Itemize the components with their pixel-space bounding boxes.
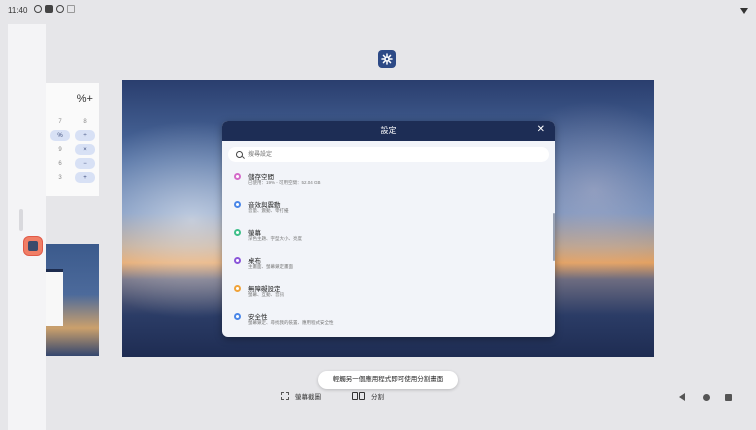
- split-label: 分割: [371, 394, 384, 401]
- split-icon: [352, 392, 365, 400]
- split-screen-hint: 輕觸另一個應用程式即可使用分割畫面: [318, 371, 458, 389]
- settings-item[interactable]: 儲存空間 已使用：19% - 可用空間：52.04 GB: [222, 168, 555, 194]
- calculator-key[interactable]: 9: [50, 144, 70, 155]
- calculator-key[interactable]: ×: [75, 144, 95, 155]
- settings-item[interactable]: 音效與震動 音量、震動、零打擾: [222, 196, 555, 222]
- calculator-icon[interactable]: [24, 237, 42, 255]
- settings-item-icon: [234, 201, 241, 208]
- notification-square-icon: [45, 5, 53, 13]
- search-bar[interactable]: [228, 147, 549, 162]
- status-icons: [34, 5, 75, 13]
- close-icon[interactable]: ✕: [537, 124, 545, 135]
- settings-header: 設定 ✕: [222, 121, 555, 141]
- settings-item-subtitle: 深色主題、字型大小、亮度: [248, 236, 302, 241]
- signal-icon: [67, 5, 75, 13]
- settings-item-subtitle: 已使用：19% - 可用空間：52.04 GB: [248, 180, 321, 185]
- calculator-keypad: 7 8% ÷ 9 × 6−3 +: [50, 116, 95, 183]
- calculator-key[interactable]: −: [75, 158, 95, 169]
- calculator-key[interactable]: %: [50, 130, 70, 141]
- settings-item-subtitle: 螢幕、互動、音訊: [248, 292, 284, 297]
- settings-gear-icon[interactable]: [378, 50, 396, 68]
- settings-item[interactable]: 無障礙設定 螢幕、互動、音訊: [222, 280, 555, 306]
- status-bar: 11:40: [0, 0, 756, 24]
- recent-calculator-card[interactable]: %+ 7 8% ÷ 9 × 6−3 +: [46, 83, 99, 196]
- settings-item-icon: [234, 229, 241, 236]
- screenshot-icon: [281, 392, 289, 400]
- calculator-key[interactable]: +: [75, 172, 95, 183]
- settings-item-icon: [234, 173, 241, 180]
- calculator-key[interactable]: 7: [50, 116, 70, 127]
- screenshot-label: 螢幕截圖: [295, 394, 321, 401]
- settings-item[interactable]: 螢幕 深色主題、字型大小、亮度: [222, 224, 555, 250]
- settings-item[interactable]: 安全性 螢幕鎖定、尋找我的裝置、應用程式安全性: [222, 308, 555, 334]
- back-icon[interactable]: [679, 393, 685, 401]
- settings-item-icon: [234, 285, 241, 292]
- recents-icon[interactable]: [725, 394, 732, 401]
- calculator-key[interactable]: 8: [75, 116, 95, 127]
- rail-handle[interactable]: [19, 209, 23, 231]
- split-button[interactable]: 分割: [352, 391, 384, 401]
- calculator-key[interactable]: ÷: [75, 130, 95, 141]
- settings-item-icon: [234, 313, 241, 320]
- recent-app-card[interactable]: [46, 244, 99, 356]
- app-rail: [8, 24, 46, 430]
- status-time: 11:40: [8, 6, 28, 15]
- calculator-key[interactable]: 6: [50, 158, 70, 169]
- settings-window: 設定 ✕ 儲存空間已使用：19% - 可用空間：52.04 GB音效與震動音量、…: [222, 121, 555, 337]
- settings-item-subtitle: 音量、震動、零打擾: [248, 208, 289, 213]
- screenshot-button[interactable]: 螢幕截圖: [281, 391, 321, 401]
- home-icon[interactable]: [703, 394, 710, 401]
- search-input[interactable]: [248, 149, 528, 160]
- settings-item-icon: [234, 257, 241, 264]
- scrollbar[interactable]: [553, 213, 555, 261]
- settings-item-subtitle: 主畫面、螢幕鎖定畫面: [248, 264, 293, 269]
- wifi-icon: [740, 8, 748, 14]
- hotspot-icon: [56, 5, 64, 13]
- settings-gear-icon: [34, 5, 42, 13]
- calculator-key[interactable]: 3: [50, 172, 70, 183]
- settings-item[interactable]: 桌布 主畫面、螢幕鎖定畫面: [222, 252, 555, 278]
- settings-title: 設定: [380, 126, 397, 135]
- search-icon: [236, 151, 243, 158]
- calculator-expression: %+: [76, 93, 93, 105]
- settings-item-subtitle: 螢幕鎖定、尋找我的裝置、應用程式安全性: [248, 320, 334, 325]
